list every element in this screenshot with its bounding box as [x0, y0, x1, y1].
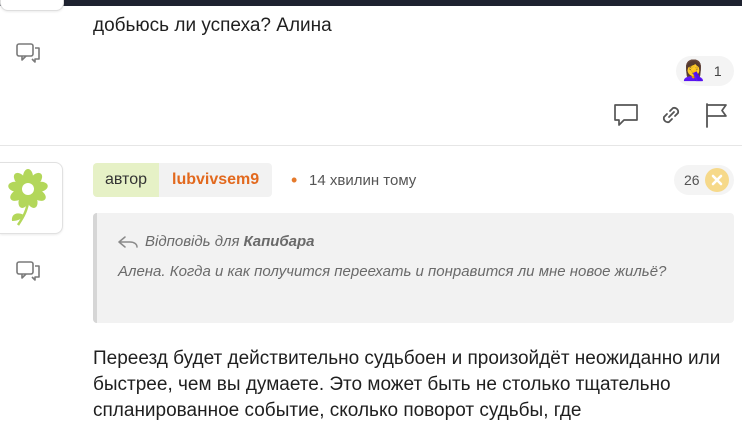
reaction-button[interactable]: 🤦‍♀️ 1: [676, 56, 734, 86]
quote-header: Відповідь для Капибара: [117, 233, 315, 250]
user-avatar[interactable]: [0, 162, 63, 234]
comment-body: Переезд будет действительно судьбоен и п…: [93, 348, 721, 421]
reply-icon[interactable]: [14, 40, 42, 64]
reply-quote: Відповідь для Капибара Алена. Когда и ка…: [93, 213, 734, 323]
separator-dot: •: [291, 170, 298, 190]
quote-recipient[interactable]: Капибара: [244, 233, 315, 250]
score-count: 26: [684, 172, 700, 188]
username-link[interactable]: lubvivsem9: [159, 163, 273, 197]
top-navigation-bar: [0, 0, 742, 6]
quote-text: Алена. Когда и как получится переехать и…: [118, 263, 667, 280]
link-icon[interactable]: [657, 101, 685, 129]
score-badge[interactable]: 26: [674, 165, 734, 195]
author-badge: автор: [93, 163, 159, 197]
reaction-count: 1: [713, 63, 722, 79]
timestamp: 14 хвилин тому: [309, 172, 417, 189]
quote-bar: [93, 213, 97, 323]
reply-arrow-icon: [118, 235, 138, 248]
previous-avatar[interactable]: [0, 0, 64, 11]
comment-divider: [0, 145, 742, 146]
flag-icon[interactable]: [702, 101, 730, 129]
comment-icon[interactable]: [612, 101, 640, 129]
quote-prefix: Відповідь для: [145, 233, 240, 250]
close-badge-icon: [705, 168, 729, 192]
flower-avatar-icon: [8, 169, 48, 226]
reply-icon[interactable]: [14, 258, 42, 282]
facepalm-emoji-icon: 🤦‍♀️: [681, 60, 706, 82]
comment-text: добьюсь ли успеха? Алина: [93, 15, 332, 36]
author-chip: автор lubvivsem9: [93, 163, 273, 197]
